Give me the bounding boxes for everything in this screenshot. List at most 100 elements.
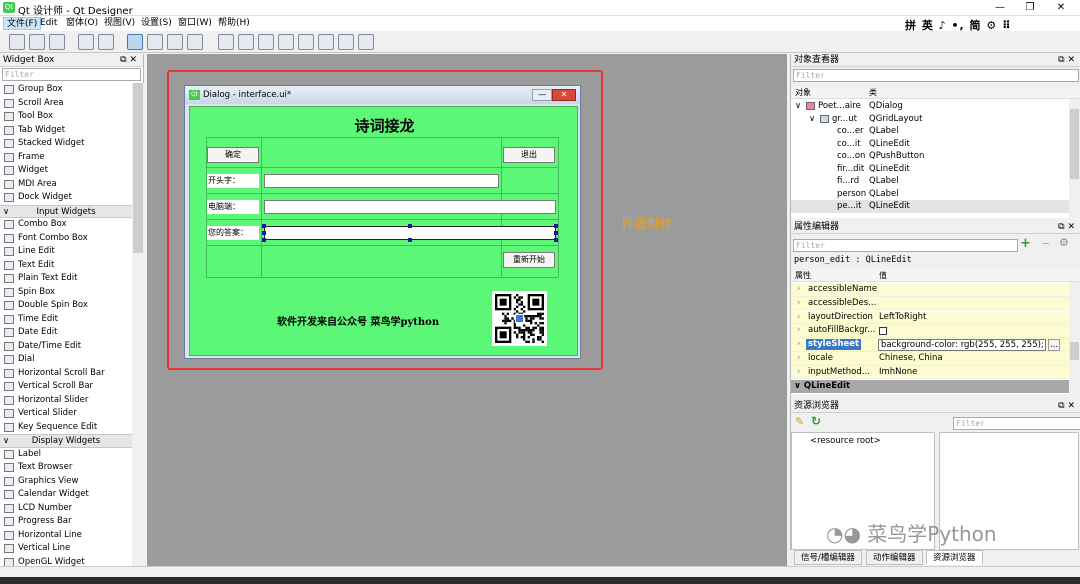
object-tree-row[interactable]: ∨ Poet...aire QDialog: [791, 100, 1069, 113]
property-value[interactable]: LeftToRight: [879, 311, 926, 325]
edit-stylesheet-button[interactable]: ...: [1048, 339, 1060, 352]
widget-item[interactable]: Horizontal Slider: [0, 394, 132, 408]
quit-button[interactable]: 退出: [503, 147, 555, 163]
object-tree-row[interactable]: fi...rd QLabel: [791, 175, 1069, 188]
property-value[interactable]: Chinese, China: [879, 352, 943, 366]
close-button[interactable]: ✕: [1046, 0, 1076, 16]
property-row[interactable]: › layoutDirection LeftToRight: [791, 310, 1069, 325]
selection-handle[interactable]: [262, 231, 266, 235]
minimize-button[interactable]: —: [985, 0, 1015, 16]
confirm-button[interactable]: 确定: [207, 147, 259, 163]
widget-item[interactable]: Vertical Scroll Bar: [0, 380, 132, 394]
widget-item[interactable]: Label: [0, 448, 132, 462]
bottom-tab-2[interactable]: 资源浏览器: [926, 550, 983, 565]
edit-signals-icon[interactable]: [147, 34, 163, 50]
widget-box-filter-input[interactable]: Filter: [2, 68, 141, 81]
widget-item[interactable]: MDI Area: [0, 178, 132, 192]
widget-item[interactable]: Dock Widget: [0, 191, 132, 205]
new-icon[interactable]: [9, 34, 25, 50]
property-row[interactable]: › accessibleDes...: [791, 296, 1069, 311]
property-row[interactable]: › autoFillBackgr...: [791, 324, 1069, 338]
widget-item[interactable]: Font Combo Box: [0, 232, 132, 246]
widget-item[interactable]: Frame: [0, 151, 132, 165]
property-row[interactable]: › locale Chinese, China: [791, 352, 1069, 366]
widget-item[interactable]: Time Edit: [0, 313, 132, 327]
save-icon[interactable]: [49, 34, 65, 50]
property-value[interactable]: background-color: rgb(255, 255, 255);: [878, 339, 1046, 352]
menu-item-2[interactable]: 窗体(O): [63, 17, 101, 30]
object-tree-row[interactable]: fir...dit QLineEdit: [791, 163, 1069, 176]
configure-icon[interactable]: ⚙: [1059, 237, 1069, 249]
widget-item[interactable]: LCD Number: [0, 502, 132, 516]
add-property-icon[interactable]: +: [1020, 237, 1031, 250]
widget-item[interactable]: Date/Time Edit: [0, 340, 132, 354]
widget-item[interactable]: Vertical Line: [0, 542, 132, 556]
object-tree-row[interactable]: person QLabel: [791, 188, 1069, 201]
widget-item[interactable]: Text Edit: [0, 259, 132, 273]
widget-item[interactable]: Stacked Widget: [0, 137, 132, 151]
property-filter-input[interactable]: Filter: [793, 239, 1018, 252]
remove-property-icon[interactable]: −: [1041, 238, 1050, 250]
send-to-back-icon[interactable]: [78, 34, 94, 50]
widget-item[interactable]: Tab Widget: [0, 124, 132, 138]
menu-item-1[interactable]: Edit: [37, 17, 60, 30]
widget-item[interactable]: Scroll Area: [0, 97, 132, 111]
property-group-row[interactable]: ∨ QLineEdit: [791, 380, 1069, 393]
menu-item-5[interactable]: 窗口(W): [175, 17, 215, 30]
widget-item[interactable]: Date Edit: [0, 326, 132, 340]
layout-horizontal-icon[interactable]: [218, 34, 234, 50]
object-tree-row[interactable]: co...er QLabel: [791, 125, 1069, 138]
layout-vertical-icon[interactable]: [238, 34, 254, 50]
edit-buddies-icon[interactable]: [167, 34, 183, 50]
property-row[interactable]: › styleSheet background-color: rgb(255, 25…: [791, 338, 1069, 352]
widget-item[interactable]: Combo Box: [0, 218, 132, 232]
dock-buttons[interactable]: ⧉ ✕: [1058, 400, 1075, 413]
widget-category[interactable]: ∨ Input Widgets: [0, 204, 132, 218]
object-filter-input[interactable]: Filter: [793, 69, 1079, 82]
selection-handle[interactable]: [262, 238, 266, 242]
object-tree-row[interactable]: ∨ gr...ut QGridLayout: [791, 113, 1069, 126]
dialog-minimize-button[interactable]: —: [532, 89, 552, 101]
dock-buttons[interactable]: ⧉ ✕: [1058, 221, 1075, 234]
layout-form-icon[interactable]: [318, 34, 334, 50]
object-tree-row[interactable]: co...it QLineEdit: [791, 138, 1069, 151]
property-row[interactable]: › inputMethod... ImhNone: [791, 365, 1069, 380]
resource-filter-input[interactable]: Filter: [953, 417, 1080, 430]
widget-item[interactable]: Double Spin Box: [0, 299, 132, 313]
scroll-thumb[interactable]: [133, 83, 143, 253]
menu-item-3[interactable]: 视图(V): [101, 17, 138, 30]
selection-handle[interactable]: [554, 238, 558, 242]
widget-category[interactable]: ∨ Display Widgets: [0, 434, 132, 448]
widget-item[interactable]: Key Sequence Edit: [0, 421, 132, 435]
menu-item-0[interactable]: 文件(F): [3, 17, 42, 30]
edit-resources-icon[interactable]: ✎: [795, 416, 804, 428]
widget-item[interactable]: Spin Box: [0, 286, 132, 300]
tree-expander-icon[interactable]: ∨: [795, 100, 801, 113]
widget-item[interactable]: Tool Box: [0, 110, 132, 124]
designer-dialog-window[interactable]: Qt Dialog - interface.ui* — ✕ 诗词接龙 确定 退出…: [184, 85, 581, 359]
computer-input[interactable]: [264, 200, 556, 214]
selection-handle[interactable]: [408, 238, 412, 242]
adjust-size-icon[interactable]: [358, 34, 374, 50]
checkbox[interactable]: [879, 327, 887, 336]
widget-item[interactable]: Plain Text Edit: [0, 272, 132, 286]
dock-buttons[interactable]: ⧉ ✕: [1058, 54, 1075, 67]
object-tree-row[interactable]: pe...it QLineEdit: [791, 200, 1069, 213]
scroll-thumb[interactable]: [1070, 342, 1079, 360]
property-row[interactable]: › accessibleName: [791, 283, 1069, 297]
widget-item[interactable]: Dial: [0, 353, 132, 367]
widget-box-scrollbar[interactable]: [132, 83, 144, 566]
object-tree-row[interactable]: co...on QPushButton: [791, 150, 1069, 163]
widget-item[interactable]: Widget: [0, 164, 132, 178]
reload-icon[interactable]: ↻: [811, 415, 821, 427]
menu-item-6[interactable]: 帮助(H): [215, 17, 253, 30]
tree-expander-icon[interactable]: ∨: [809, 113, 815, 126]
resource-root[interactable]: <resource root>: [810, 436, 881, 446]
maximize-button[interactable]: ❐: [1015, 0, 1045, 16]
layout-grid-icon[interactable]: [298, 34, 314, 50]
property-value[interactable]: ImhNone: [879, 366, 917, 380]
widget-item[interactable]: Progress Bar: [0, 515, 132, 529]
widget-item[interactable]: Calendar Widget: [0, 488, 132, 502]
selection-handle[interactable]: [554, 224, 558, 228]
widget-item[interactable]: Vertical Slider: [0, 407, 132, 421]
